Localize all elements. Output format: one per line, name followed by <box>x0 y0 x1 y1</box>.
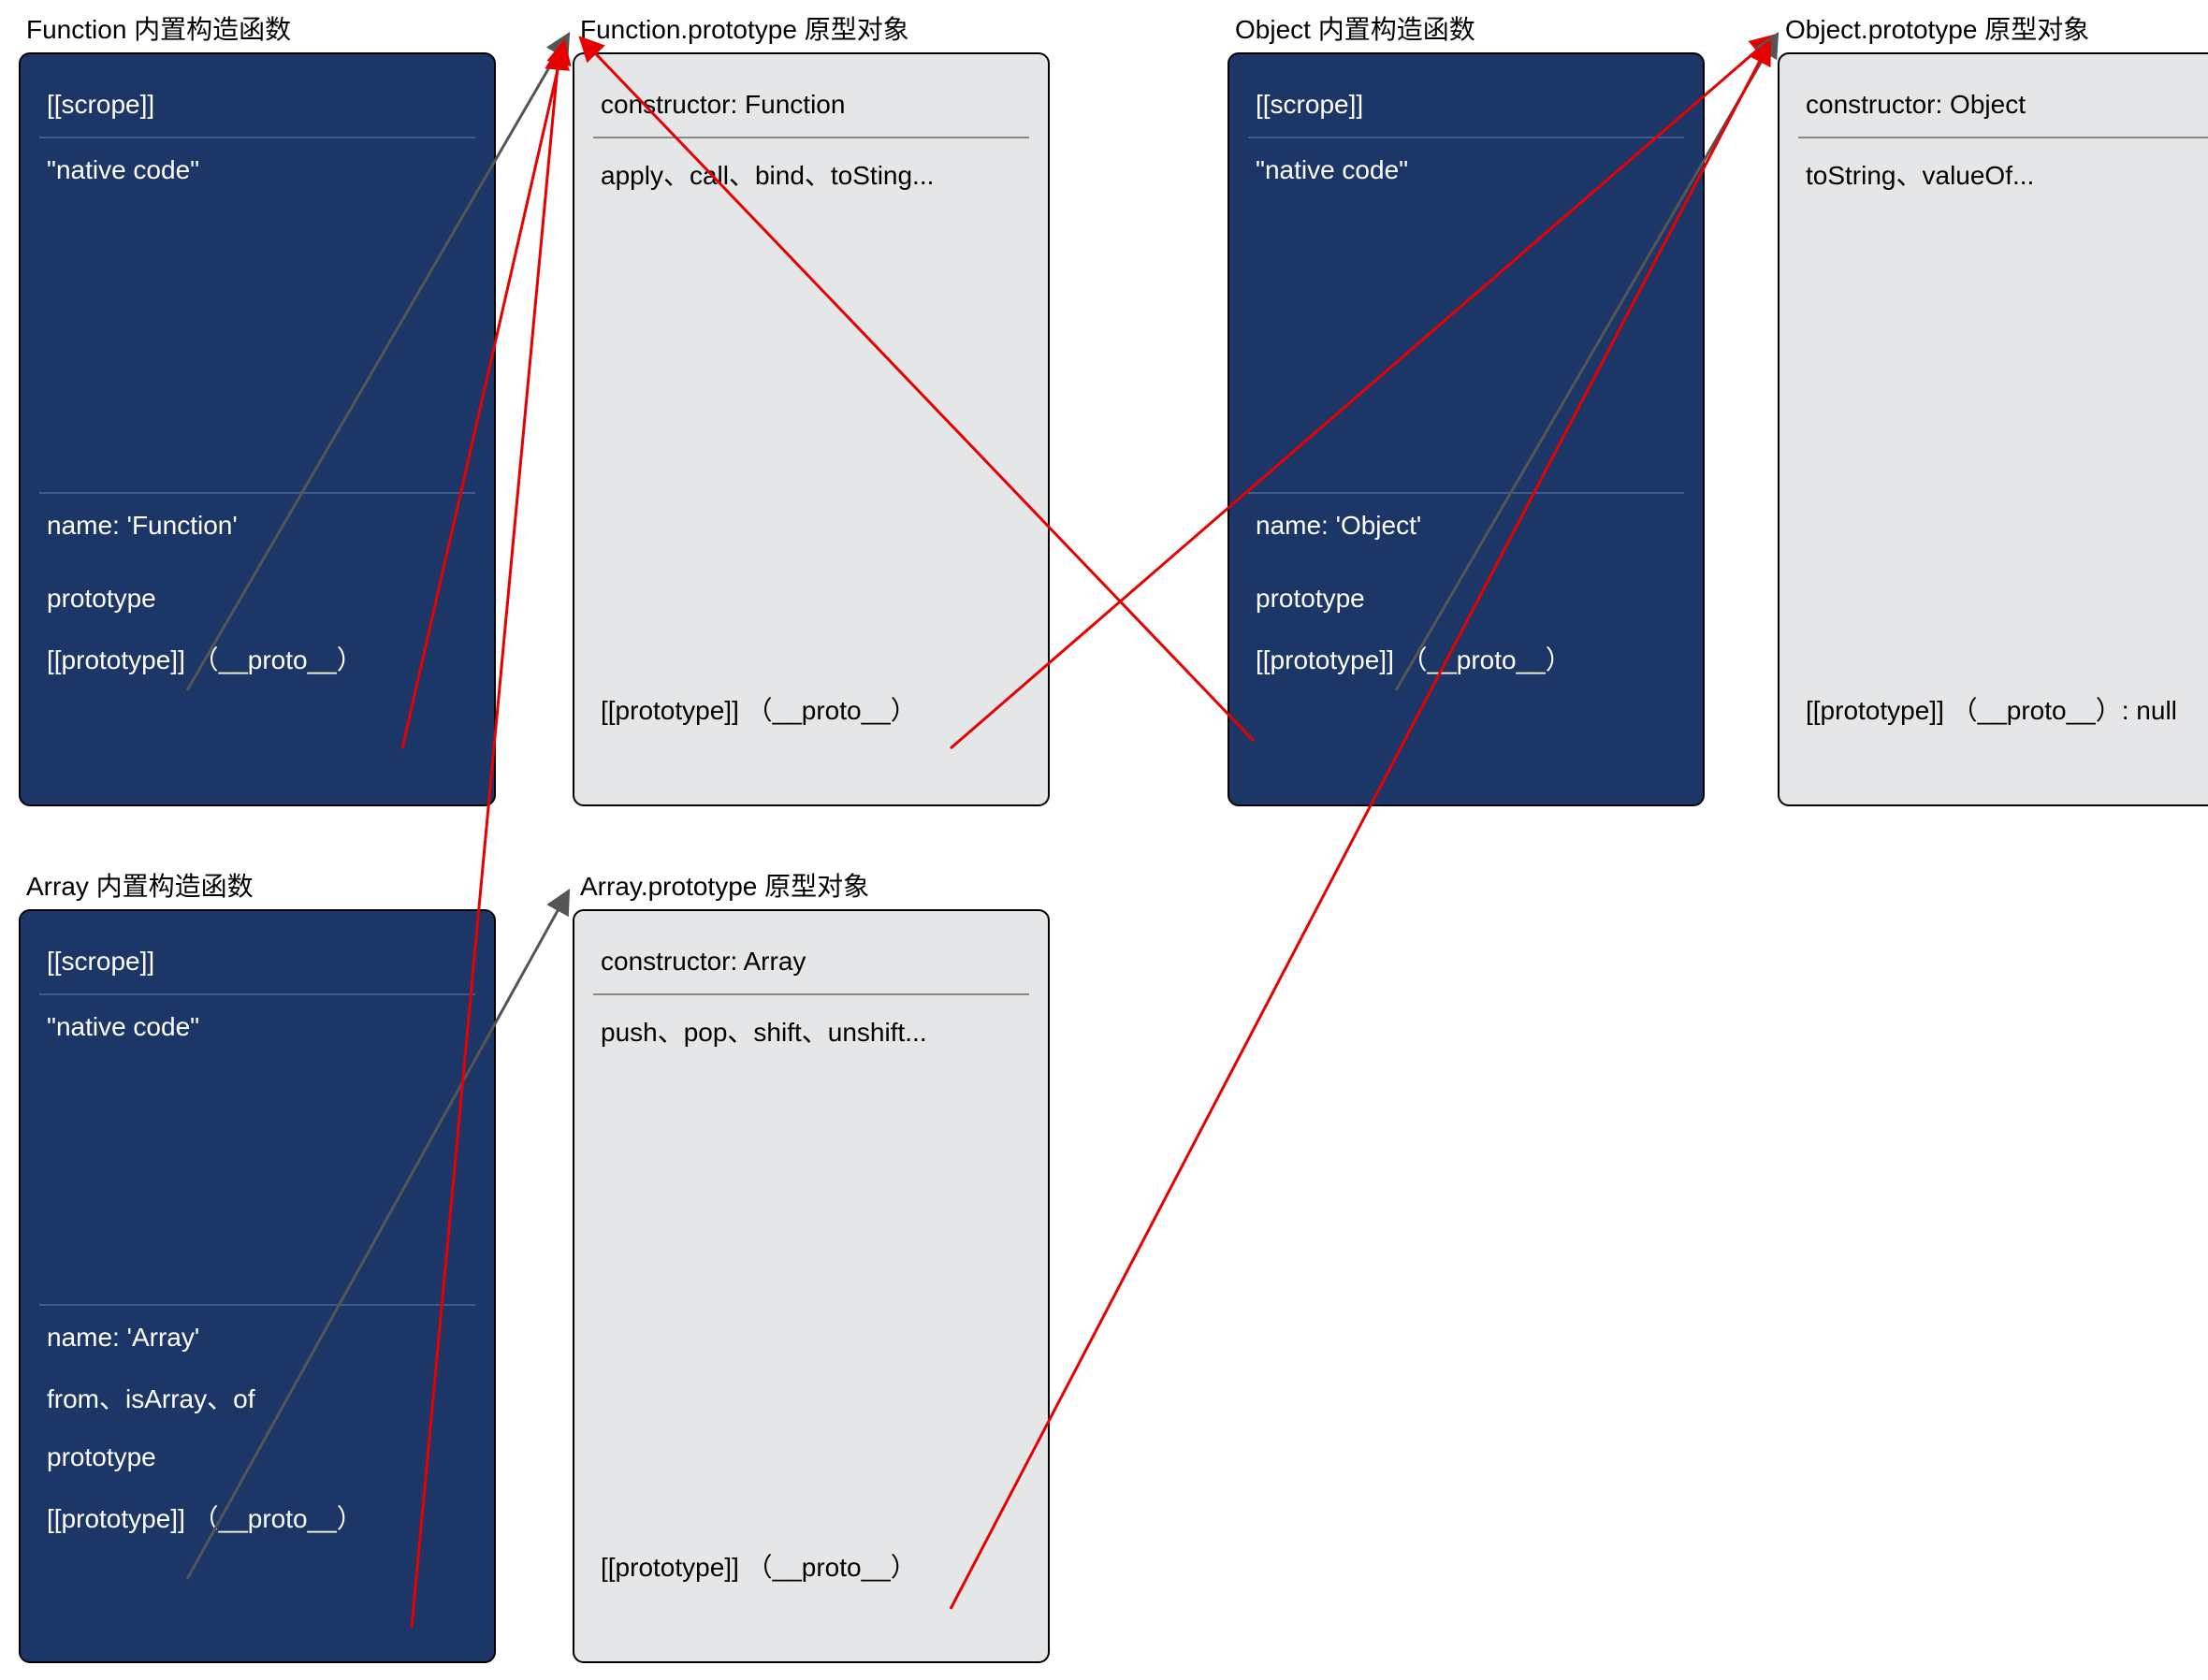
title-function-ctor: Function 内置构造函数 <box>26 9 291 47</box>
divider <box>39 137 475 138</box>
array-proto-methods: push、pop、shift、unshift... <box>574 999 1048 1063</box>
object-ctor-proto: [[prototype]] （__proto__） <box>1229 627 1703 690</box>
array-proto-proto: [[prototype]] （__proto__） <box>574 1534 1048 1598</box>
array-ctor-scope: [[scrope]] <box>21 934 494 990</box>
title-function-proto: Function.prototype 原型对象 <box>580 9 909 47</box>
function-proto-proto: [[prototype]] （__proto__） <box>574 677 1048 741</box>
divider <box>593 993 1029 995</box>
title-object-ctor: Object 内置构造函数 <box>1235 9 1475 47</box>
object-proto-methods: toString、valueOf... <box>1779 142 2208 206</box>
title-array-proto: Array.prototype 原型对象 <box>580 866 869 904</box>
divider <box>39 492 475 494</box>
object-ctor-name: name: 'Object' <box>1229 498 1703 554</box>
box-function-ctor: [[scrope]] "native code" name: 'Function… <box>19 52 496 806</box>
object-ctor-prototype: prototype <box>1229 571 1703 627</box>
divider <box>1248 492 1684 494</box>
function-ctor-proto: [[prototype]] （__proto__） <box>21 627 494 690</box>
function-ctor-prototype: prototype <box>21 571 494 627</box>
function-ctor-name: name: 'Function' <box>21 498 494 554</box>
diagram-canvas: Function 内置构造函数 Function.prototype 原型对象 … <box>0 0 2208 1680</box>
divider <box>1798 137 2208 138</box>
array-ctor-statics: from、isArray、of <box>21 1366 494 1429</box>
function-proto-constructor: constructor: Function <box>574 77 1048 133</box>
divider <box>39 993 475 995</box>
box-object-proto: constructor: Object toString、valueOf... … <box>1778 52 2208 806</box>
array-ctor-body: "native code" <box>21 999 494 1055</box>
array-ctor-name: name: 'Array' <box>21 1310 494 1366</box>
title-object-proto: Object.prototype 原型对象 <box>1785 9 2089 47</box>
object-proto-proto: [[prototype]] （__proto__）: null <box>1779 677 2208 741</box>
divider <box>39 1304 475 1306</box>
array-proto-constructor: constructor: Array <box>574 934 1048 990</box>
object-ctor-body: "native code" <box>1229 142 1703 198</box>
divider <box>1248 137 1684 138</box>
box-array-ctor: [[scrope]] "native code" name: 'Array' f… <box>19 909 496 1663</box>
array-ctor-proto: [[prototype]] （__proto__） <box>21 1485 494 1549</box>
object-ctor-scope: [[scrope]] <box>1229 77 1703 133</box>
title-array-ctor: Array 内置构造函数 <box>26 866 254 904</box>
object-proto-constructor: constructor: Object <box>1779 77 2208 133</box>
function-proto-methods: apply、call、bind、toSting... <box>574 142 1048 206</box>
divider <box>593 137 1029 138</box>
function-ctor-body: "native code" <box>21 142 494 198</box>
box-function-proto: constructor: Function apply、call、bind、to… <box>573 52 1050 806</box>
box-object-ctor: [[scrope]] "native code" name: 'Object' … <box>1227 52 1705 806</box>
box-array-proto: constructor: Array push、pop、shift、unshif… <box>573 909 1050 1663</box>
array-ctor-prototype: prototype <box>21 1429 494 1485</box>
function-ctor-scope: [[scrope]] <box>21 77 494 133</box>
